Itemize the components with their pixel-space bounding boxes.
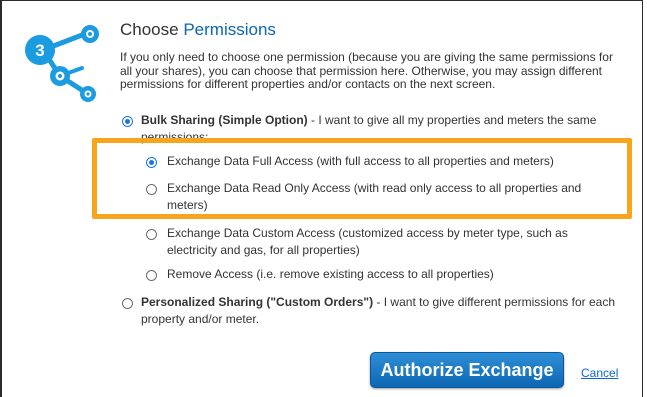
personalized-sharing-option[interactable]: Personalized Sharing ("Custom Orders") -… <box>141 294 621 328</box>
personalized-sharing-label: Personalized Sharing ("Custom Orders") <box>141 295 374 309</box>
custom-access-radio[interactable] <box>146 229 157 240</box>
gear-icon <box>81 25 99 43</box>
frame-left-border <box>0 0 2 397</box>
authorize-exchange-button[interactable]: Authorize Exchange <box>370 352 564 388</box>
cancel-link[interactable]: Cancel <box>581 366 618 380</box>
frame-top-border <box>0 0 643 1</box>
remove-access-radio[interactable] <box>146 270 157 281</box>
step-number: 3 <box>35 41 44 60</box>
gear-icon <box>80 86 96 102</box>
bulk-sharing-label: Bulk Sharing (Simple Option) <box>141 113 308 127</box>
custom-access-option[interactable]: Exchange Data Custom Access (customized … <box>167 225 612 259</box>
frame-right-border <box>642 0 643 397</box>
remove-access-option[interactable]: Remove Access (i.e. remove existing acce… <box>167 266 617 283</box>
personalized-sharing-radio[interactable] <box>122 298 133 309</box>
title-accent: Permissions <box>183 20 276 39</box>
bulk-sharing-radio[interactable] <box>122 116 133 127</box>
title-prefix: Choose <box>120 20 179 39</box>
share-network-step-icon: 3 <box>25 25 99 102</box>
highlight-box <box>92 138 632 219</box>
page-title: Choose Permissions <box>120 20 276 40</box>
description-text: If you only need to choose one permissio… <box>120 50 613 91</box>
gear-icon <box>50 66 70 86</box>
